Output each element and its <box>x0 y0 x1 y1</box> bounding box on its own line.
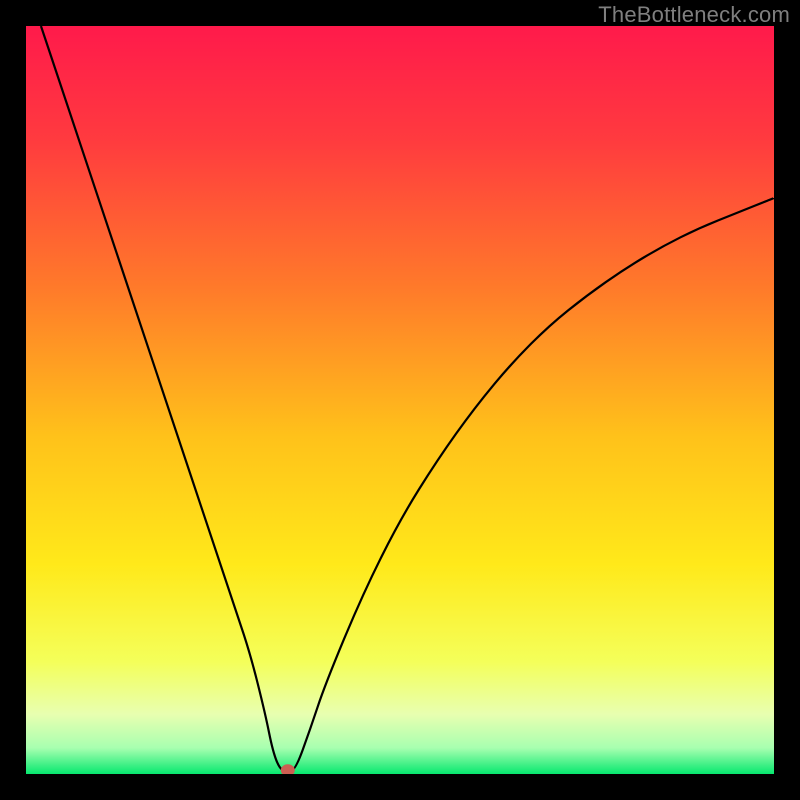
watermark-text: TheBottleneck.com <box>598 2 790 28</box>
bottleneck-chart <box>26 26 774 774</box>
chart-container: TheBottleneck.com <box>0 0 800 800</box>
plot-area <box>26 26 774 774</box>
gradient-background <box>26 26 774 774</box>
